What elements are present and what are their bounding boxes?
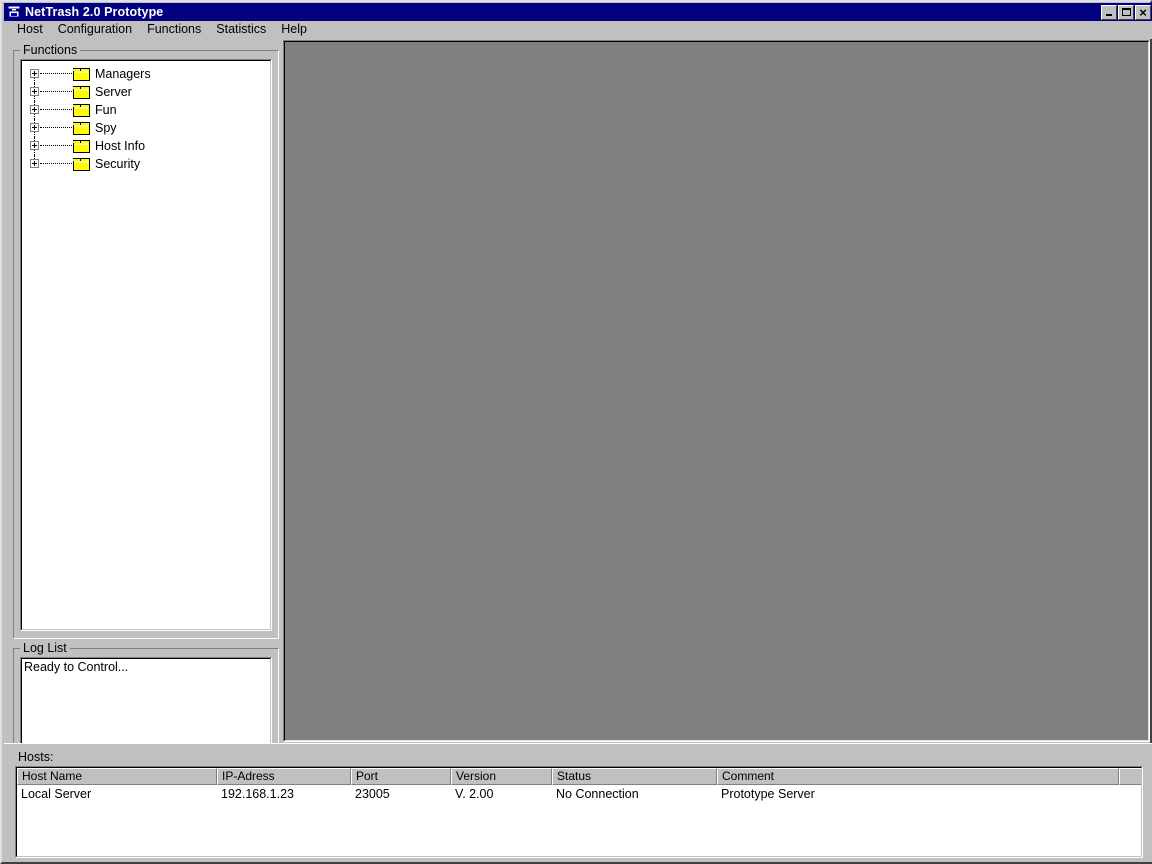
cell-ip-address: 192.168.1.23 [221, 787, 294, 801]
hosts-list-body: Local Server 192.168.1.23 23005 V. 2.00 … [17, 785, 1141, 856]
tree-item-fun[interactable]: Fun [23, 101, 269, 119]
tree-item-spy[interactable]: Spy [23, 119, 269, 137]
close-button[interactable] [1135, 4, 1151, 20]
tree-item-label: Managers [95, 67, 151, 81]
column-header-comment[interactable]: Comment [717, 768, 1119, 785]
tree-root: Managers Server Fun Spy Host Info Securi… [23, 62, 269, 173]
expand-plus-icon[interactable] [30, 105, 39, 114]
menu-item-functions[interactable]: Functions [140, 21, 209, 38]
hosts-list-view[interactable]: Host Name IP-Adress Port Version Status … [15, 766, 1143, 858]
column-header-ip-address[interactable]: IP-Adress [217, 768, 351, 785]
column-header-host-name[interactable]: Host Name [17, 768, 217, 785]
expand-plus-icon[interactable] [30, 123, 39, 132]
functions-groupbox: Functions Managers Server Fun Spy Host I… [13, 44, 279, 639]
cell-version: V. 2.00 [455, 787, 494, 801]
left-panel: Functions Managers Server Fun Spy Host I… [4, 40, 283, 767]
tree-connector [40, 91, 76, 93]
tree-item-label: Security [95, 157, 141, 171]
tree-connector [40, 127, 76, 129]
tree-connector [40, 109, 76, 111]
menu-item-statistics[interactable]: Statistics [209, 21, 274, 38]
tree-connector [40, 163, 76, 165]
application-window: NetTrash 2.0 Prototype Host Configuratio… [0, 0, 1152, 864]
tree-item-security[interactable]: Security [23, 155, 269, 173]
tree-item-label: Host Info [95, 139, 146, 153]
menu-item-configuration[interactable]: Configuration [51, 21, 140, 38]
cell-status: No Connection [556, 787, 639, 801]
cell-host-name: Local Server [21, 787, 92, 801]
tree-item-managers[interactable]: Managers [23, 65, 269, 83]
menu-item-host[interactable]: Host [10, 21, 51, 38]
cell-comment: Prototype Server [721, 787, 815, 801]
folder-icon [73, 140, 90, 153]
folder-icon [73, 158, 90, 171]
folder-icon [73, 86, 90, 99]
tree-item-server[interactable]: Server [23, 83, 269, 101]
expand-plus-icon[interactable] [30, 141, 39, 150]
window-title: NetTrash 2.0 Prototype [25, 5, 164, 19]
log-lines: Ready to Control... [24, 660, 269, 675]
folder-icon [73, 68, 90, 81]
tree-connector [40, 73, 76, 75]
title-bar: NetTrash 2.0 Prototype [4, 3, 1152, 21]
functions-groupbox-label: Functions [20, 44, 81, 57]
window-controls [1101, 4, 1151, 20]
log-list-groupbox-label: Log List [20, 642, 70, 655]
expand-plus-icon[interactable] [30, 87, 39, 96]
log-line: Ready to Control... [24, 660, 129, 674]
tree-item-label: Fun [95, 103, 117, 117]
column-header-port[interactable]: Port [351, 768, 451, 785]
hosts-caption: Hosts: [18, 750, 54, 764]
mdi-client-area [283, 40, 1150, 742]
trash-can-icon [6, 4, 22, 20]
folder-icon [73, 104, 90, 117]
expand-plus-icon[interactable] [30, 69, 39, 78]
menu-item-help[interactable]: Help [274, 21, 315, 38]
tree-item-label: Spy [95, 121, 117, 135]
tree-item-host-info[interactable]: Host Info [23, 137, 269, 155]
restore-button[interactable] [1118, 4, 1134, 20]
folder-icon [73, 122, 90, 135]
tree-connector [40, 145, 76, 147]
minimize-button[interactable] [1101, 4, 1117, 20]
table-row[interactable]: Local Server 192.168.1.23 23005 V. 2.00 … [17, 785, 1141, 803]
cell-port: 23005 [355, 787, 390, 801]
menu-bar: Host Configuration Functions Statistics … [4, 21, 1152, 39]
hosts-panel: Hosts: Host Name IP-Adress Port Version … [4, 743, 1152, 862]
column-header-status[interactable]: Status [552, 768, 717, 785]
column-header-version[interactable]: Version [451, 768, 552, 785]
hosts-column-header: Host Name IP-Adress Port Version Status … [17, 768, 1142, 785]
expand-plus-icon[interactable] [30, 159, 39, 168]
tree-item-label: Server [95, 85, 132, 99]
functions-tree-view[interactable]: Managers Server Fun Spy Host Info Securi… [20, 59, 272, 631]
column-header-extra[interactable] [1119, 768, 1142, 785]
